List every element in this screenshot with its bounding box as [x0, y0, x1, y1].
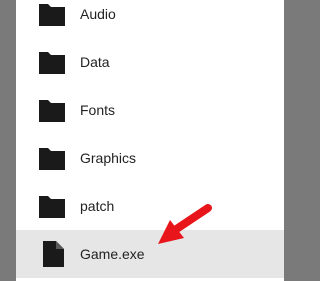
- list-item-data[interactable]: Data: [16, 38, 284, 86]
- folder-icon: [39, 196, 65, 218]
- list-item-label: patch: [80, 198, 115, 214]
- folder-icon: [39, 52, 65, 74]
- folder-icon: [39, 100, 65, 122]
- list-item-label: Data: [80, 54, 110, 70]
- list-item-audio[interactable]: Audio: [16, 0, 284, 38]
- list-item-label: Fonts: [80, 102, 116, 118]
- folder-icon: [39, 4, 65, 26]
- file-icon: [43, 241, 64, 267]
- list-item-game-exe[interactable]: Game.exe: [16, 230, 284, 278]
- list-item-label: Audio: [80, 6, 116, 22]
- folder-icon: [39, 148, 65, 170]
- file-picker-panel: Audio Data Fonts Graphics patch Game.exe: [16, 0, 284, 281]
- list-item-label: Graphics: [80, 150, 137, 166]
- list-item-fonts[interactable]: Fonts: [16, 86, 284, 134]
- list-item-patch[interactable]: patch: [16, 182, 284, 230]
- arrow-icon: [158, 204, 212, 244]
- list-item-label: Game.exe: [80, 246, 145, 262]
- list-item-graphics[interactable]: Graphics: [16, 134, 284, 182]
